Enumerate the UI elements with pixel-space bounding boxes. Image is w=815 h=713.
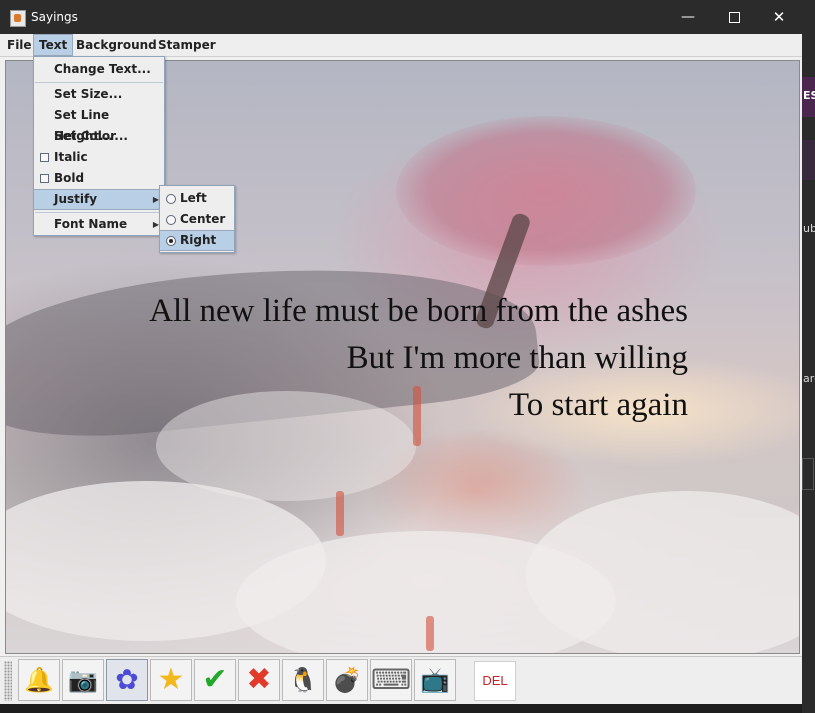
menu-item-set-line-height[interactable]: Set Line Height...: [34, 105, 164, 143]
menu-item-justify[interactable]: Justify ▶: [34, 189, 164, 210]
saying-line-1: All new life must be born from the ashes: [149, 293, 688, 329]
maximize-icon: [728, 11, 740, 23]
saying-line-3: To start again: [508, 387, 688, 423]
maximize-button[interactable]: [711, 0, 757, 34]
menu-item-bold[interactable]: Bold: [34, 168, 164, 189]
option-label: Center: [180, 212, 226, 226]
stamper-toolbar: 🔔 📷 ✿ ★ ✔ ✖ 🐧 💣 ⌨ 📺 DEL: [0, 656, 802, 705]
menu-item-font-name[interactable]: Font Name ▶: [34, 214, 164, 235]
penguin-icon[interactable]: 🐧: [282, 659, 324, 701]
background-tree-crown: [396, 116, 696, 266]
option-label: Right: [180, 233, 217, 247]
window-title: Sayings: [31, 10, 78, 24]
menu-item-label: Italic: [54, 150, 88, 164]
menu-file[interactable]: File: [2, 34, 37, 56]
menu-item-label: Bold: [54, 171, 85, 185]
menu-item-italic[interactable]: Italic: [34, 147, 164, 168]
x-mark-icon[interactable]: ✖: [238, 659, 280, 701]
justify-left-option[interactable]: Left: [160, 188, 234, 209]
sayings-window: Sayings — ✕ File Text Background Stamper…: [0, 0, 802, 713]
menu-text[interactable]: Text: [33, 34, 74, 56]
window-bottom-edge: [0, 704, 802, 713]
radio-left[interactable]: [166, 194, 176, 204]
menu-item-change-text[interactable]: Change Text...: [34, 59, 164, 80]
desktop-background: ES ub ard: [802, 0, 815, 713]
bomb-icon[interactable]: 💣: [326, 659, 368, 701]
menu-item-label: Change Text...: [54, 62, 151, 76]
menu-item-set-size[interactable]: Set Size...: [34, 84, 164, 105]
menu-separator: [35, 212, 163, 213]
menu-item-label: Set Size...: [54, 87, 123, 101]
star-icon[interactable]: ★: [150, 659, 192, 701]
java-app-icon: [10, 10, 26, 27]
radio-right-selected[interactable]: [166, 236, 176, 246]
menu-bar: File Text Background Stamper: [0, 34, 802, 57]
saying-line-2: But I'm more than willing: [346, 340, 688, 376]
menu-stamper[interactable]: Stamper: [153, 34, 221, 56]
tv-icon[interactable]: 📺: [414, 659, 456, 701]
checkmark-icon[interactable]: ✔: [194, 659, 236, 701]
menu-item-label: Font Name: [54, 217, 128, 231]
title-bar: Sayings — ✕: [0, 0, 802, 34]
desktop-text-1: ES: [803, 89, 815, 102]
keyboard-icon[interactable]: ⌨: [370, 659, 412, 701]
menu-item-label: Justify: [54, 192, 98, 206]
option-label: Left: [180, 191, 207, 205]
menu-item-label: Set Color...: [54, 129, 128, 143]
delete-button[interactable]: DEL: [474, 661, 516, 701]
toolbar-grip[interactable]: [4, 661, 12, 701]
text-menu-dropdown: Change Text... Set Size... Set Line Heig…: [33, 56, 165, 236]
justify-submenu: Left Center Right: [159, 185, 235, 253]
radio-center[interactable]: [166, 215, 176, 225]
menu-background[interactable]: Background: [71, 34, 162, 56]
bold-checkbox[interactable]: [40, 174, 49, 183]
flower-icon[interactable]: ✿: [106, 659, 148, 701]
menu-item-set-color[interactable]: Set Color...: [34, 126, 164, 147]
justify-center-option[interactable]: Center: [160, 209, 234, 230]
italic-checkbox[interactable]: [40, 153, 49, 162]
justify-right-option[interactable]: Right: [160, 230, 234, 251]
desktop-text-3: ard: [803, 372, 815, 385]
desktop-text-2: ub: [803, 222, 815, 235]
bell-icon[interactable]: 🔔: [18, 659, 60, 701]
camera-icon[interactable]: 📷: [62, 659, 104, 701]
close-button[interactable]: ✕: [756, 0, 802, 34]
minimize-button[interactable]: —: [665, 0, 711, 34]
menu-separator: [35, 82, 163, 83]
